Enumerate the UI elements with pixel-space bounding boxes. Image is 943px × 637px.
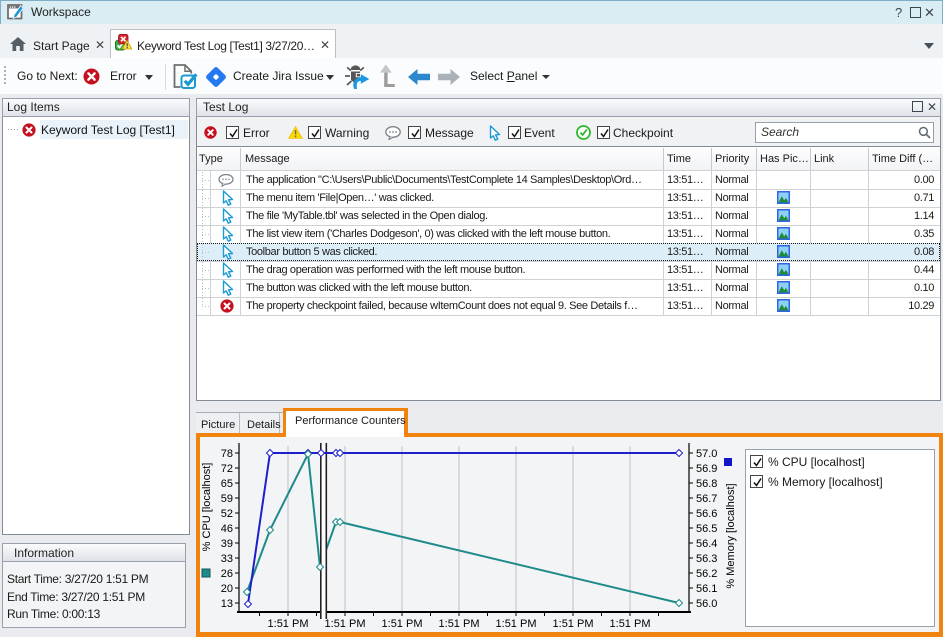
svg-text:56.8: 56.8 [696,478,717,490]
svg-text:56.6: 56.6 [696,508,717,520]
svg-text:56.7: 56.7 [696,493,717,505]
svg-text:% CPU [localhost]: % CPU [localhost] [201,463,213,552]
svg-text:1:51 PM: 1:51 PM [268,618,309,630]
svg-text:26: 26 [221,568,233,580]
svg-text:1:51 PM: 1:51 PM [553,618,594,630]
svg-text:33: 33 [221,553,233,565]
svg-text:20: 20 [221,583,233,595]
svg-text:39: 39 [221,538,233,550]
svg-text:56.0: 56.0 [696,598,717,610]
svg-text:1:51 PM: 1:51 PM [439,618,480,630]
svg-text:46: 46 [221,523,233,535]
svg-text:78: 78 [221,448,233,460]
svg-text:52: 52 [221,508,233,520]
svg-text:13: 13 [221,598,233,610]
svg-text:1:51 PM: 1:51 PM [496,618,537,630]
svg-text:72: 72 [221,463,233,475]
svg-text:56.5: 56.5 [696,523,717,535]
svg-text:57.0: 57.0 [696,448,717,460]
svg-text:56.3: 56.3 [696,553,717,565]
svg-text:65: 65 [221,478,233,490]
svg-text:1:51 PM: 1:51 PM [382,618,423,630]
svg-text:1:51 PM: 1:51 PM [610,618,651,630]
svg-text:% Memory [localhost]: % Memory [localhost] [725,483,737,588]
svg-text:59: 59 [221,493,233,505]
svg-text:56.1: 56.1 [696,583,717,595]
svg-text:1:51 PM: 1:51 PM [325,618,366,630]
svg-text:56.4: 56.4 [696,538,717,550]
svg-text:56.2: 56.2 [696,568,717,580]
svg-text:56.9: 56.9 [696,463,717,475]
